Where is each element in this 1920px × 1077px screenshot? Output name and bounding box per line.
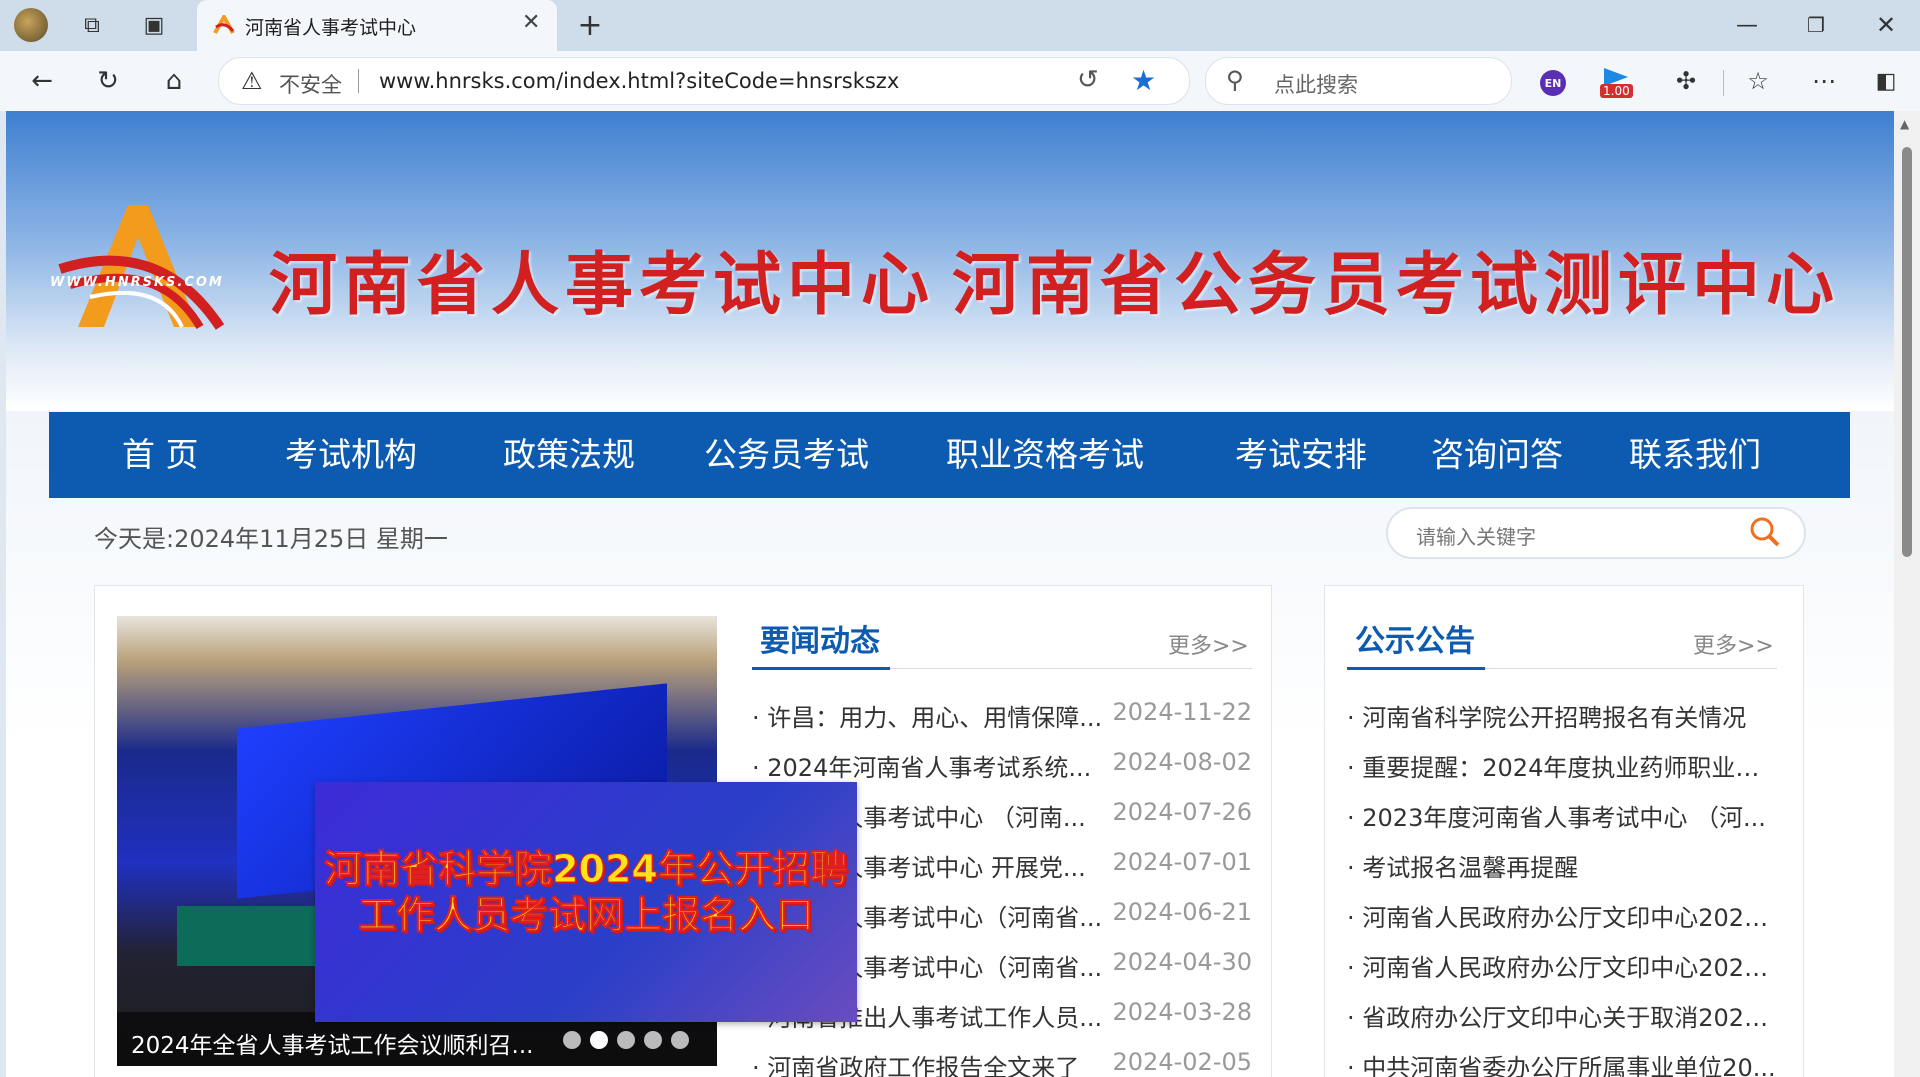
new-tab-icon[interactable]: + [570,5,610,45]
slide-dot-active[interactable] [590,1031,608,1049]
news-item[interactable]: · 河南省政府工作报告全文来了 2024-02-05 [752,1048,1252,1077]
back-icon[interactable]: ← [22,61,62,101]
browser-search-placeholder: 点此搜索 [1274,73,1358,97]
news-title-underline-accent [752,667,890,670]
slide-dot[interactable] [644,1031,662,1049]
tab-bar: ⧉ ▣ 河南省人事考试中心 ✕ + — ❐ ✕ [0,0,1920,51]
refresh-icon[interactable]: ↻ [88,61,128,101]
home-icon[interactable]: ⌂ [154,61,194,101]
web-page: WWW.HNRSKS.COM 河南省人事考试中心 河南省公务员考试测评中心 首 … [6,111,1894,1077]
site-banner: WWW.HNRSKS.COM 河南省人事考试中心 河南省公务员考试测评中心 [6,111,1894,411]
notice-item[interactable]: · 2023年度河南省人事考试中心 （河... [1347,798,1777,838]
extensions-puzzle-icon[interactable]: ✣ [1666,61,1706,101]
notice-item[interactable]: · 重要提醒：2024年度执业药师职业资... [1347,748,1777,788]
nav-civil-service-exam[interactable]: 公务员考试 [704,412,869,498]
workspaces-icon[interactable]: ⧉ [72,5,112,45]
slide-dot[interactable] [671,1031,689,1049]
sidebar-toggle-icon[interactable]: ◧ [1866,61,1906,101]
notice-item[interactable]: · 河南省人民政府办公厅文印中心2024... [1347,948,1777,988]
speed-extension-icon[interactable]: 1.00 [1600,66,1640,102]
close-window-icon[interactable]: ✕ [1866,5,1906,45]
nav-home[interactable]: 首 页 [122,412,199,498]
news-item-date: 2024-02-05 [1112,1048,1252,1076]
nav-exam-institutions[interactable]: 考试机构 [285,412,417,498]
popup-line-2: 工作人员考试网上报名入口 [357,893,814,938]
news-item-date: 2024-08-02 [1112,748,1252,776]
en-extension-icon[interactable]: EN [1540,70,1566,96]
restore-icon[interactable]: ❐ [1796,5,1836,45]
news-item-title[interactable]: · 2024年河南省人事考试系统... [752,748,1112,783]
notice-item[interactable]: · 河南省科学院公开招聘报名有关情况 [1347,698,1777,738]
search-icon: ⚲ [1226,66,1244,94]
nav-exam-schedule[interactable]: 考试安排 [1235,412,1367,498]
news-item-title[interactable]: · 许昌：用力、用心、用情保障... [752,698,1112,733]
tab-title: 河南省人事考试中心 [245,17,417,39]
more-menu-icon[interactable]: ⋯ [1804,61,1844,101]
security-label: 不安全 [279,73,342,97]
scroll-up-icon[interactable]: ▲ [1900,117,1909,131]
speed-badge: 1.00 [1600,84,1633,98]
recruitment-popup-banner[interactable]: 河南省科学院2024年公开招聘 工作人员考试网上报名入口 [315,782,857,1022]
read-aloud-icon[interactable]: ↺ [1077,65,1099,95]
address-divider [358,69,359,93]
browser-search-box[interactable]: ⚲ 点此搜索 [1205,57,1512,105]
notices-section: 公示公告 更多>> · 河南省科学院公开招聘报名有关情况 · 重要提醒：2024… [1347,616,1777,1077]
notice-item[interactable]: · 中共河南省委办公厅所属事业单位20... [1347,1048,1777,1077]
warning-icon: ⚠ [241,67,263,95]
nav-contact[interactable]: 联系我们 [1629,412,1761,498]
notices-section-title: 公示公告 [1355,624,1475,659]
logo-url-text: WWW.HNRSKS.COM [50,275,224,290]
nav-professional-exam[interactable]: 职业资格考试 [946,412,1144,498]
news-item-date: 2024-07-01 [1112,848,1252,876]
news-item[interactable]: · 许昌：用力、用心、用情保障... 2024-11-22 [752,698,1252,738]
vertical-tabs-icon[interactable]: ▣ [134,5,174,45]
nav-faq[interactable]: 咨询问答 [1431,412,1563,498]
address-bar[interactable]: ⚠ 不安全 www.hnrsks.com/index.html?siteCode… [218,57,1190,105]
toolbar-divider [1723,70,1724,96]
date-text: 今天是:2024年11月25日 星期一 [94,525,448,553]
news-item-date: 2024-07-26 [1112,798,1252,826]
main-nav: 首 页 考试机构 政策法规 公务员考试 职业资格考试 考试安排 咨询问答 联系我… [49,412,1850,498]
news-item-date: 2024-03-28 [1112,998,1252,1026]
site-search-icon[interactable] [1748,515,1782,549]
slide-dot[interactable] [563,1031,581,1049]
news-item-date: 2024-11-22 [1112,698,1252,726]
banner-title-1: 河南省人事考试中心 [269,245,936,325]
slide-caption[interactable]: 2024年全省人事考试工作会议顺利召... [131,1026,533,1060]
page-scrollbar[interactable]: ▲ [1894,111,1920,1077]
tab-close-icon[interactable]: ✕ [522,10,540,35]
news-item-title[interactable]: · 河南省政府工作报告全文来了 [752,1048,1112,1077]
tab-active[interactable]: 河南省人事考试中心 ✕ [197,0,557,51]
news-more-link[interactable]: 更多>> [1168,628,1249,660]
site-search-placeholder: 请输入关键字 [1416,525,1536,549]
news-item-date: 2024-06-21 [1112,898,1252,926]
minimize-icon[interactable]: — [1727,5,1767,45]
site-favicon-icon [213,12,235,35]
scroll-thumb[interactable] [1902,147,1912,557]
url-text[interactable]: www.hnrsks.com/index.html?siteCode=hnsrs… [379,69,899,93]
news-section-title: 要闻动态 [760,624,880,659]
banner-title-2: 河南省公务员考试测评中心 [952,245,1841,325]
notice-item[interactable]: · 河南省人民政府办公厅文印中心2024... [1347,898,1777,938]
slide-dots [563,1031,703,1051]
favorites-icon[interactable]: ☆ [1738,61,1778,101]
favorite-star-icon[interactable]: ★ [1131,64,1156,97]
notice-item[interactable]: · 省政府办公厅文印中心关于取消2024... [1347,998,1777,1038]
news-item-date: 2024-04-30 [1112,948,1252,976]
notice-item[interactable]: · 考试报名温馨再提醒 [1347,848,1777,888]
profile-avatar[interactable] [14,8,48,42]
site-search-box[interactable]: 请输入关键字 [1386,507,1806,559]
notices-more-link[interactable]: 更多>> [1693,628,1774,660]
site-logo[interactable]: WWW.HNRSKS.COM [50,197,250,337]
notices-panel: 公示公告 更多>> · 河南省科学院公开招聘报名有关情况 · 重要提醒：2024… [1324,585,1804,1077]
notices-title-underline-accent [1347,667,1485,670]
nav-policies[interactable]: 政策法规 [503,412,635,498]
slide-dot[interactable] [617,1031,635,1049]
